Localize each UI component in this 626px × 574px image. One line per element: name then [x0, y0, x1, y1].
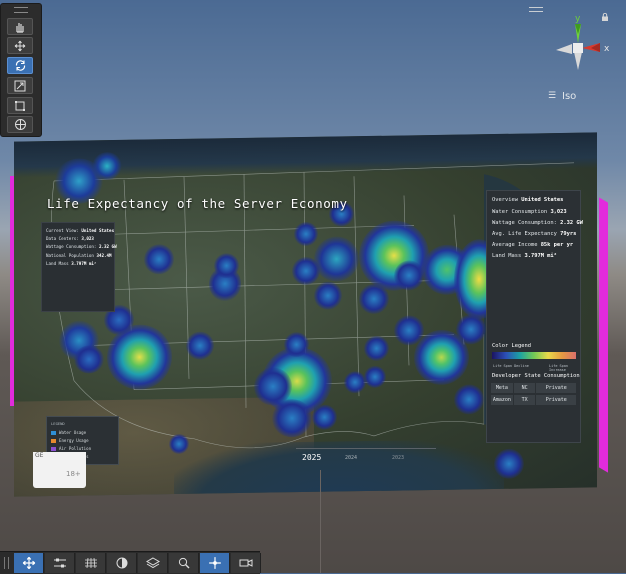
table-cell: Amazon [491, 395, 513, 405]
swatch-icon [51, 438, 56, 443]
stat-row: Land Mass 3.797M mi² [46, 260, 97, 266]
view-mode-label[interactable]: Iso [562, 91, 576, 102]
legend-low-label: Life Span Decline [493, 364, 529, 368]
ground-line [320, 470, 321, 573]
swatch-icon [51, 446, 56, 451]
move-tool-button[interactable] [7, 37, 33, 54]
stat-row: Current View: United States [46, 228, 115, 233]
bottom-toolbar [0, 551, 261, 574]
consumption-title: Developer State Consumption [492, 373, 580, 379]
rect-tool-button[interactable] [7, 97, 33, 114]
consumption-table: Meta NC Private Amazon TX Private [491, 383, 577, 407]
table-cell: NC [513, 383, 536, 393]
shading-icon [116, 557, 127, 569]
gizmo-y-label: y [575, 14, 581, 24]
stat-row: National Population 342.4M [46, 252, 112, 258]
overview-row: Average Income 85k per yr [492, 242, 574, 248]
table-cell: Meta [491, 383, 513, 393]
stat-row: Wattage Consumption: 2.32 GW [46, 244, 117, 250]
overview-row: Avg. Life Expectancy 79yrs [492, 231, 577, 237]
grid-icon [84, 557, 97, 569]
overview-row: Land Mass 3.797M mi² [492, 253, 557, 259]
move-icon [22, 556, 35, 570]
layer-legend-title: LEGEND [51, 421, 65, 426]
color-legend-title: Color Legend [492, 343, 531, 349]
gizmo-x-label: x [604, 44, 610, 54]
selection-edge-right [599, 197, 608, 473]
camera-icon [239, 559, 252, 567]
sliders-button[interactable] [45, 553, 75, 573]
hand-tool-icon [16, 22, 24, 33]
transform-tool-icon [14, 119, 26, 130]
grid-button[interactable] [76, 553, 106, 573]
menu-lines-icon[interactable]: ☰ [548, 91, 556, 101]
table-row: Amazon TX Private [491, 395, 577, 405]
table-row: Meta NC Private [491, 383, 577, 393]
layers-button[interactable] [138, 553, 168, 573]
move-tool-icon [14, 40, 26, 51]
table-cell: TX [513, 395, 536, 405]
camera-button[interactable] [231, 553, 261, 573]
year-current[interactable]: 2025 [302, 453, 321, 462]
legend-item-air[interactable]: Air Pollution [51, 446, 91, 451]
shading-button[interactable] [107, 553, 137, 573]
legend-item-water[interactable]: Water Usage [51, 430, 86, 435]
scale-tool-button[interactable] [7, 77, 33, 94]
scale-tool-icon [14, 80, 26, 91]
rotate-tool-icon [15, 60, 25, 71]
summary-stats-panel: Current View: United States Data Centers… [41, 222, 117, 312]
orientation-gizmo[interactable]: y x [538, 10, 618, 90]
stat-row: Data Centers: 3,023 [46, 236, 94, 242]
layers-icon [145, 557, 160, 569]
card-age: 18+ [66, 470, 81, 478]
table-cell: Private [536, 395, 576, 405]
palette-grip[interactable] [14, 7, 28, 13]
timeline-track[interactable] [296, 448, 436, 449]
move-button[interactable] [14, 553, 44, 573]
sliders-icon [53, 558, 66, 568]
rating-card: GE 18+ [33, 452, 86, 488]
hand-tool-button[interactable] [7, 18, 33, 35]
overview-row: Water Consumption 3,023 [492, 209, 567, 215]
card-label: GE [35, 452, 44, 459]
table-cell: Private [536, 383, 576, 393]
overview-row: Wattage Consumption: 2.32 GW [492, 220, 583, 226]
transform-tool-button[interactable] [7, 116, 33, 133]
snap-icon [208, 557, 221, 569]
map-title: Life Expectancy of the Server Economy [47, 196, 348, 211]
tool-palette [0, 3, 42, 137]
search-button[interactable] [169, 553, 199, 573]
overview-panel: Overview United States Water Consumption… [486, 190, 583, 443]
color-legend-gradient [492, 352, 576, 359]
search-icon [178, 557, 189, 569]
legend-item-energy[interactable]: Energy Usage [51, 438, 89, 443]
overview-row: Overview United States [492, 197, 564, 203]
rotate-tool-button[interactable] [7, 57, 33, 74]
toolbar-grip[interactable] [4, 557, 9, 569]
year-option[interactable]: 2024 [345, 455, 357, 461]
swatch-icon [51, 430, 56, 435]
snap-button[interactable] [200, 553, 230, 573]
year-option[interactable]: 2023 [392, 455, 404, 461]
rect-tool-icon [15, 100, 25, 111]
legend-high-label: Life Span Increase [549, 364, 568, 372]
